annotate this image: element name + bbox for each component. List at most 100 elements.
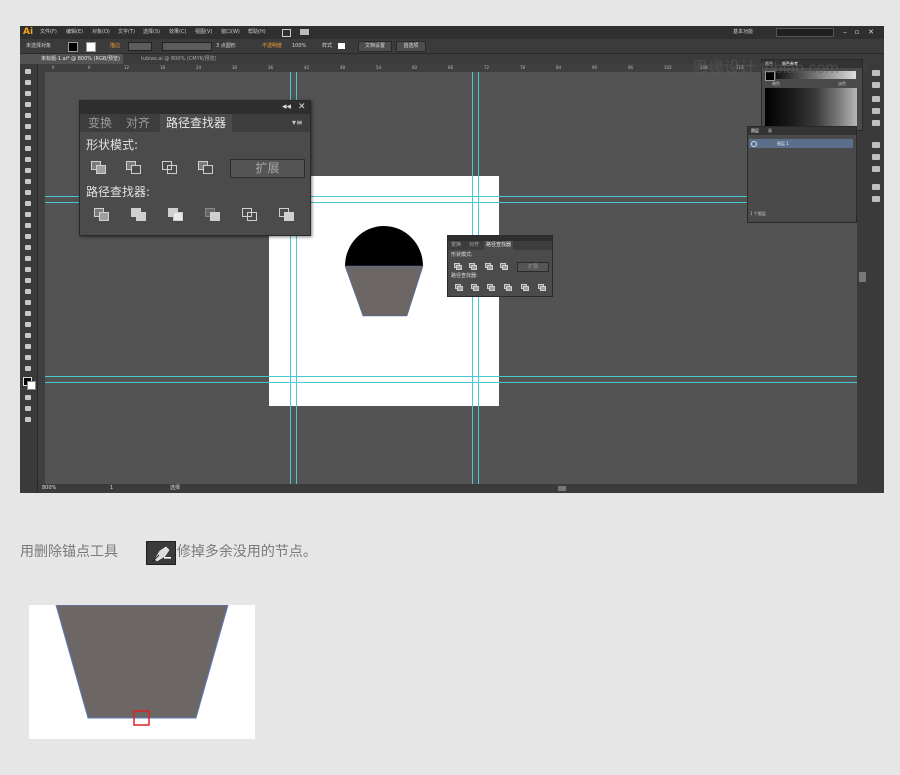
magic-wand-tool-icon[interactable] xyxy=(24,90,32,97)
tab-pathfinder[interactable]: 路径查找器 xyxy=(484,241,514,250)
graphic-style-swatch[interactable] xyxy=(338,43,345,49)
trim-icon[interactable] xyxy=(131,208,146,221)
intersect-icon[interactable] xyxy=(162,161,177,174)
layer-row[interactable]: 图层 1 xyxy=(749,139,853,148)
zoom-tool-icon[interactable] xyxy=(24,365,32,372)
crop-icon[interactable] xyxy=(205,208,220,221)
stroke-swatch[interactable] xyxy=(86,42,96,52)
tab-untitled-1[interactable]: 未标题-1.ai* @ 800% (RGB/预览) xyxy=(38,54,123,64)
color-guide-icon[interactable] xyxy=(872,82,880,88)
panel-menu-icon[interactable]: ▾≡ xyxy=(292,118,303,127)
merge-icon[interactable] xyxy=(487,284,495,291)
column-graph-tool-icon[interactable] xyxy=(24,321,32,328)
mesh-tool-icon[interactable] xyxy=(24,266,32,273)
fill-swatch[interactable] xyxy=(68,42,78,52)
eraser-tool-icon[interactable] xyxy=(24,189,32,196)
paintbrush-tool-icon[interactable] xyxy=(24,156,32,163)
width-tool-icon[interactable] xyxy=(24,222,32,229)
scale-tool-icon[interactable] xyxy=(24,211,32,218)
menu-file[interactable]: 文件(F) xyxy=(40,26,57,39)
pen-tool-icon[interactable] xyxy=(24,112,32,119)
workspace-switcher[interactable]: 基本功能 xyxy=(733,27,753,38)
appearance-icon[interactable] xyxy=(872,184,880,190)
blend-tool-icon[interactable] xyxy=(24,299,32,306)
search-input[interactable] xyxy=(776,28,834,37)
panel-header[interactable]: ◂◂ ✕ xyxy=(80,101,310,114)
minus-front-icon[interactable] xyxy=(469,263,477,270)
tab-transform[interactable]: 变换 xyxy=(449,241,463,250)
rectangle-tool-icon[interactable] xyxy=(24,145,32,152)
tab-tubiao[interactable]: tubiao.ai @ 800% (CMYK/预览) xyxy=(138,54,220,64)
close-icon[interactable]: ✕ xyxy=(866,27,876,37)
rotate-tool-icon[interactable] xyxy=(24,200,32,207)
tab-transform[interactable]: 变换 xyxy=(82,114,118,132)
tab-pathfinder[interactable]: 路径查找器 xyxy=(160,114,233,132)
type-tool-icon[interactable] xyxy=(24,123,32,130)
scroll-thumb[interactable] xyxy=(859,272,866,282)
menu-view[interactable]: 视图(V) xyxy=(195,26,212,39)
expand-button[interactable]: 扩展 xyxy=(517,262,549,272)
menu-window[interactable]: 窗口(W) xyxy=(221,26,240,39)
color-mode-icon[interactable] xyxy=(24,394,32,401)
draw-mode-icon[interactable] xyxy=(24,405,32,412)
shape-builder-tool-icon[interactable] xyxy=(24,244,32,251)
minus-front-icon[interactable] xyxy=(126,161,141,174)
tab-artboards[interactable]: 画 xyxy=(768,127,772,135)
vertical-scrollbar[interactable] xyxy=(857,72,868,484)
zoom-level[interactable]: 800% xyxy=(42,484,56,493)
stroke-label[interactable]: 描边 xyxy=(110,39,120,53)
stroke-color-box[interactable] xyxy=(27,381,36,390)
merge-icon[interactable] xyxy=(168,208,183,221)
eyedropper-tool-icon[interactable] xyxy=(24,288,32,295)
trim-icon[interactable] xyxy=(471,284,479,291)
menu-help[interactable]: 帮助(H) xyxy=(248,26,266,39)
outline-icon[interactable] xyxy=(521,284,529,291)
unite-icon[interactable] xyxy=(91,161,106,174)
artboard-tool-icon[interactable] xyxy=(24,332,32,339)
gray-cup-shape[interactable] xyxy=(344,265,424,317)
panel-close-icon[interactable]: ✕ xyxy=(298,101,306,114)
selection-tool-icon[interactable] xyxy=(24,68,32,75)
minimize-icon[interactable]: – xyxy=(840,27,850,37)
perspective-grid-tool-icon[interactable] xyxy=(24,255,32,262)
transparency-icon[interactable] xyxy=(872,166,880,172)
opacity-value[interactable]: 100% xyxy=(292,39,306,53)
color-variations-grid[interactable] xyxy=(765,88,857,126)
free-transform-tool-icon[interactable] xyxy=(24,233,32,240)
preferences-button[interactable]: 首选项 xyxy=(396,41,426,52)
tab-layers[interactable]: 图层 xyxy=(751,127,759,135)
arrange-docs-icon[interactable] xyxy=(300,29,309,35)
hand-tool-icon[interactable] xyxy=(24,354,32,361)
color-panel-icon[interactable] xyxy=(872,70,880,76)
brush-definition[interactable]: 3 点圆形 xyxy=(216,39,236,53)
gradient-tool-icon[interactable] xyxy=(24,277,32,284)
intersect-icon[interactable] xyxy=(485,263,493,270)
document-setup-button[interactable]: 文档设置 xyxy=(358,41,392,52)
menu-object[interactable]: 对象(O) xyxy=(92,26,110,39)
crop-icon[interactable] xyxy=(504,284,512,291)
unite-icon[interactable] xyxy=(454,263,462,270)
minus-back-icon[interactable] xyxy=(279,208,294,221)
black-dome-shape[interactable] xyxy=(345,226,423,266)
menu-type[interactable]: 文字(T) xyxy=(118,26,135,39)
pencil-tool-icon[interactable] xyxy=(24,167,32,174)
menu-effect[interactable]: 效果(C) xyxy=(169,26,186,39)
exclude-icon[interactable] xyxy=(500,263,508,270)
maximize-icon[interactable]: ▫ xyxy=(852,27,862,37)
status-mode[interactable]: 选择 xyxy=(170,484,180,493)
exclude-icon[interactable] xyxy=(198,161,213,174)
guide-horizontal[interactable] xyxy=(45,376,868,377)
collapse-icon[interactable]: ◂◂ xyxy=(282,101,291,114)
horizontal-scroll-thumb[interactable] xyxy=(558,486,566,491)
lasso-tool-icon[interactable] xyxy=(24,101,32,108)
swatches-icon[interactable] xyxy=(872,96,880,102)
menu-select[interactable]: 选择(S) xyxy=(143,26,160,39)
gradient-panel-icon[interactable] xyxy=(872,154,880,160)
artboard-number[interactable]: 1 xyxy=(110,484,113,493)
opacity-label[interactable]: 不透明度 xyxy=(262,39,282,53)
minus-back-icon[interactable] xyxy=(538,284,546,291)
direct-selection-tool-icon[interactable] xyxy=(24,79,32,86)
brushes-icon[interactable] xyxy=(872,108,880,114)
slice-tool-icon[interactable] xyxy=(24,343,32,350)
layer-name[interactable]: 图层 1 xyxy=(777,139,789,148)
